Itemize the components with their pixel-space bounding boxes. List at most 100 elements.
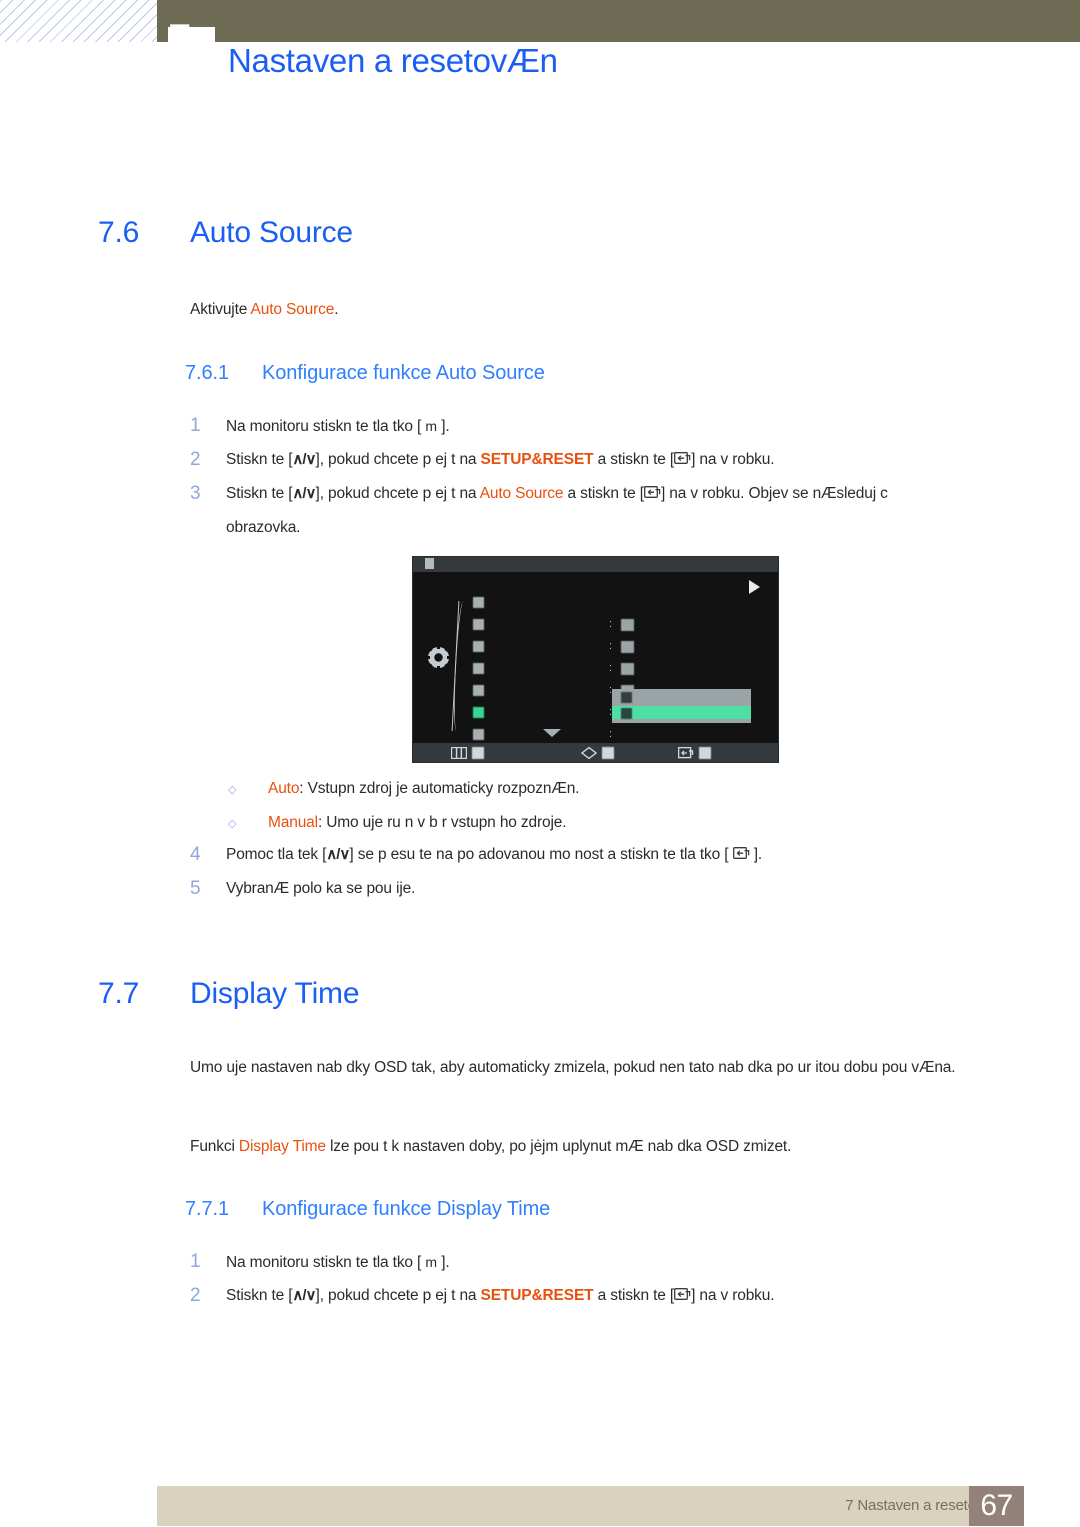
subsection-number: 7.7.1 <box>185 1198 229 1220</box>
osd-menu-row-icon <box>473 729 484 740</box>
display-time-para-1: Umo uje nastaven nab dky OSD tak, aby au… <box>190 1059 956 1076</box>
osd-colon: : <box>609 662 613 674</box>
document-page: 7 Nastaven a resetovÆn 7.6 Auto Source Ak… <box>0 0 1080 1527</box>
osd-dropdown-option-auto[interactable] <box>612 689 751 706</box>
step-text: Na monitoru stiskn te tla tko [ m ]. <box>226 1245 950 1280</box>
osd-title-bar <box>413 557 778 572</box>
enter-key-icon <box>674 1288 691 1302</box>
step-text: VybranÆ polo ka se pou ije. <box>226 872 950 906</box>
step-text-run: Na monitoru stiskn te tla tko [ <box>226 418 426 435</box>
osd-colon: : <box>609 640 613 652</box>
intro-highlight: Auto Source <box>250 301 335 318</box>
step-item: 2 Stiskn te [∧/∨], pokud chcete p ej t n… <box>190 1279 960 1313</box>
osd-diamond-icon <box>581 747 597 759</box>
enter-key-icon <box>644 486 661 500</box>
bullet-desc: : Vstupn zdroj je automaticky rozpoznÆn. <box>299 780 580 797</box>
header-title: Nastaven a resetovÆn <box>228 42 558 79</box>
subsection-heading-display-time-config: 7.7.1 Konfigurace funkce Display Time <box>185 1198 550 1221</box>
step-index: 2 <box>190 1285 201 1306</box>
up-down-key-icon: ∧/∨ <box>326 846 350 863</box>
osd-menu-row-icon <box>473 685 484 696</box>
osd-gear-icon <box>426 645 451 670</box>
menu-key-icon: m <box>425 1254 438 1270</box>
step-text-run: ]. <box>437 418 450 435</box>
step-text-run: Stiskn te [ <box>226 485 293 502</box>
osd-footer-enter <box>581 747 614 759</box>
step-text: Pomoc tla tek [∧/∨] se p esu te na po ad… <box>226 838 950 872</box>
bullet-label: Auto <box>268 780 300 797</box>
enter-key-icon <box>732 847 750 861</box>
osd-footer-label-glyph <box>699 747 711 759</box>
chapter-number: 7 <box>168 15 191 62</box>
step-item: 1 Na monitoru stiskn te tla tko [ m ]. <box>190 1245 950 1280</box>
highlight-term: Auto Source <box>479 485 564 502</box>
step-index: 5 <box>190 878 201 899</box>
step-index: 4 <box>190 844 201 865</box>
step-text-run: ], pokud chcete p ej t na <box>315 451 481 468</box>
subsection-heading-auto-source-config: 7.6.1 Konfigurace funkce Auto Source <box>185 362 545 385</box>
osd-dropdown[interactable] <box>612 689 751 723</box>
enter-key-icon <box>674 452 691 466</box>
osd-menu-row-icon-selected <box>473 707 484 718</box>
subsection-number: 7.6.1 <box>185 362 229 384</box>
bullet-marker: ◇ <box>228 818 237 830</box>
osd-dropdown-option-manual-selected[interactable] <box>612 706 751 719</box>
section-heading-display-time: 7.7 Display Time <box>98 977 360 1011</box>
highlight-term: SETUP&RESET <box>480 1287 594 1304</box>
osd-value-glyph <box>621 619 634 631</box>
step-text-run: a stiskn te [ <box>563 485 645 502</box>
intro-suffix: . <box>334 301 339 318</box>
step-item: 1 Na monitoru stiskn te tla tko [ m ]. <box>190 409 950 444</box>
step-item: 2 Stiskn te [∧/∨], pokud chcete p ej t n… <box>190 443 960 477</box>
osd-return-icon <box>678 747 694 759</box>
bullet-desc: : Umo uje ru n v b r vstupn ho zdroje. <box>317 814 567 831</box>
step-text: Stiskn te [∧/∨], pokud chcete p ej t na … <box>226 1279 960 1313</box>
osd-next-arrow-icon <box>749 580 760 594</box>
section-title: Display Time <box>190 977 360 1010</box>
osd-menu-row-icon <box>473 619 484 630</box>
step-text-run: VybranÆ polo ka se pou ije. <box>226 880 416 897</box>
osd-title-glyph <box>425 558 434 569</box>
bullet-text: Manual: Umo uje ru n v b r vstupn ho zdr… <box>268 806 567 840</box>
osd-move-icon <box>451 747 467 759</box>
bullet-label: Manual <box>268 814 318 831</box>
section-number: 7.7 <box>98 977 140 1010</box>
osd-menu-row-icon <box>473 663 484 674</box>
step-text-run: Na monitoru stiskn te tla tko [ <box>226 1254 426 1271</box>
osd-scroll-down-icon[interactable] <box>543 729 561 737</box>
step-item: 5 VybranÆ polo ka se pou ije. <box>190 872 950 906</box>
up-down-key-icon: ∧/∨ <box>292 485 316 502</box>
intro-prefix: Aktivujte <box>190 301 251 318</box>
menu-key-icon: m <box>425 418 438 434</box>
step-text: Na monitoru stiskn te tla tko [ m ]. <box>226 409 950 444</box>
up-down-key-icon: ∧/∨ <box>292 1287 316 1304</box>
osd-footer-return <box>678 747 711 759</box>
step-text-run: a stiskn te [ <box>593 451 675 468</box>
step-text-run: ] na v robku. <box>691 1287 775 1304</box>
para2-prefix: Funkci <box>190 1138 239 1155</box>
osd-footer-move <box>451 747 484 759</box>
step-text-run: Pomoc tla tek [ <box>226 846 327 863</box>
osd-dropdown-glyph <box>621 692 632 703</box>
step-item: 4 Pomoc tla tek [∧/∨] se p esu te na po … <box>190 838 950 872</box>
osd-menu-row-icon <box>473 641 484 652</box>
section-number: 7.6 <box>98 216 140 249</box>
osd-footer-label-glyph <box>602 747 614 759</box>
osd-menu-row-icon <box>473 597 484 608</box>
step-text-run: a stiskn te [ <box>593 1287 675 1304</box>
highlight-term: SETUP&RESET <box>480 451 594 468</box>
step-text: Stiskn te [∧/∨], pokud chcete p ej t na … <box>226 443 960 477</box>
display-time-para-2: Funkci Display Time lze pou t k nastaven… <box>190 1130 990 1164</box>
osd-footer-label-glyph <box>472 747 484 759</box>
osd-menu-screenshot: : : : : : : <box>412 556 779 763</box>
step-text-run: ]. <box>749 846 763 863</box>
bullet-text: Auto: Vstupn zdroj je automaticky rozpoz… <box>268 772 579 806</box>
bullet-marker: ◇ <box>228 784 237 796</box>
bullet-item: ◇ Manual: Umo uje ru n v b r vstupn ho z… <box>228 806 928 842</box>
step-text-run: Stiskn te [ <box>226 451 293 468</box>
subsection-title: Konfigurace funkce Display Time <box>262 1198 551 1220</box>
step-index: 2 <box>190 449 201 470</box>
auto-source-intro: Aktivujte Auto Source. <box>190 293 339 327</box>
osd-menu-curve <box>451 601 473 731</box>
step-text-run: ], pokud chcete p ej t na <box>315 1287 481 1304</box>
